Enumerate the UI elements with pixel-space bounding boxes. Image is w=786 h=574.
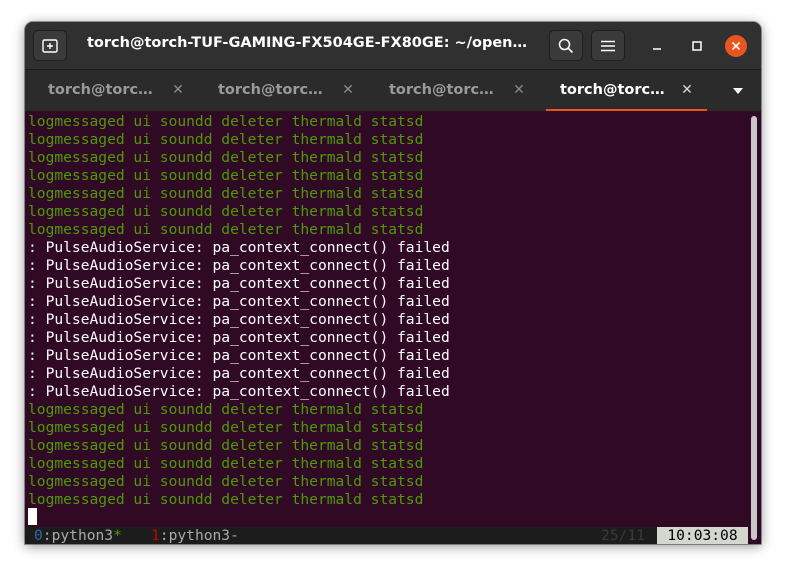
window-title: torch@torch-TUF-GAMING-FX504GE-FX80GE: ~… xyxy=(87,35,537,51)
minimize-button[interactable] xyxy=(645,34,669,58)
tab-label: torch@torch-TUF-GAMING-FX504GE-FX80GE xyxy=(389,82,501,98)
tab-label: torch@torch-TUF-GAMING-FX504GE-FX80GE xyxy=(218,82,330,98)
terminal-lines: logmessaged ui soundd deleter thermald s… xyxy=(28,113,450,509)
terminal-output[interactable]: logmessaged ui soundd deleter thermald s… xyxy=(25,111,761,544)
terminal-line: : PulseAudioService: pa_context_connect(… xyxy=(28,347,450,364)
terminal-line: : PulseAudioService: pa_context_connect(… xyxy=(28,257,450,274)
search-icon xyxy=(558,38,574,53)
tmux-window-index: 1 xyxy=(151,527,160,544)
chevron-down-icon xyxy=(733,88,743,94)
new-tab-button[interactable] xyxy=(33,30,67,61)
tab-3[interactable]: torch@torch-TUF-GAMING-FX504GE-FX80GE ✕ xyxy=(366,70,536,112)
hamburger-menu-button[interactable] xyxy=(591,30,625,61)
tmux-status-bar: 0:python3* 1:python3- 25/11 10:03:08 xyxy=(25,527,748,544)
terminal-line: logmessaged ui soundd deleter thermald s… xyxy=(28,455,424,472)
tab-label: torch@torch-TUF-GAMING-FX504GE-FX80GE xyxy=(560,82,672,98)
tmux-clock: 10:03:08 xyxy=(657,527,748,544)
tab-1[interactable]: torch@torch-TUF-GAMING-FX504GE-FX80GE ✕ xyxy=(25,70,195,112)
terminal-line: : PulseAudioService: pa_context_connect(… xyxy=(28,329,450,346)
terminal-line: logmessaged ui soundd deleter thermald s… xyxy=(28,131,424,148)
terminal-line: : PulseAudioService: pa_context_connect(… xyxy=(28,293,450,310)
tmux-position: 25/11 xyxy=(601,527,645,544)
tab-2[interactable]: torch@torch-TUF-GAMING-FX504GE-FX80GE ✕ xyxy=(195,70,365,112)
minimize-icon xyxy=(653,48,661,50)
scrollbar-thumb[interactable] xyxy=(751,116,757,540)
terminal-line: : PulseAudioService: pa_context_connect(… xyxy=(28,311,450,328)
tab-label: torch@torch-TUF-GAMING-FX504GE-FX80GE xyxy=(48,82,160,98)
tab-close-icon[interactable]: ✕ xyxy=(340,81,356,99)
tmux-window-name: :python3 xyxy=(159,527,231,544)
terminal-line: logmessaged ui soundd deleter thermald s… xyxy=(28,491,424,508)
tmux-window-1[interactable]: 1:python3- xyxy=(151,527,239,544)
terminal-line: logmessaged ui soundd deleter thermald s… xyxy=(28,113,424,130)
close-button[interactable] xyxy=(725,35,747,57)
search-button[interactable] xyxy=(549,30,583,61)
header-bar: torch@torch-TUF-GAMING-FX504GE-FX80GE: ~… xyxy=(25,22,761,69)
terminal-line: logmessaged ui soundd deleter thermald s… xyxy=(28,419,424,436)
terminal-line: logmessaged ui soundd deleter thermald s… xyxy=(28,437,424,454)
maximize-icon xyxy=(692,41,702,51)
terminal-line: logmessaged ui soundd deleter thermald s… xyxy=(28,167,424,184)
terminal-line: logmessaged ui soundd deleter thermald s… xyxy=(28,149,424,166)
maximize-button[interactable] xyxy=(685,34,709,58)
tab-close-icon[interactable]: ✕ xyxy=(679,81,695,99)
terminal-window: torch@torch-TUF-GAMING-FX504GE-FX80GE: ~… xyxy=(25,22,761,544)
tmux-window-index: 0 xyxy=(34,527,43,544)
tmux-window-flag: - xyxy=(230,527,239,544)
tab-list-dropdown[interactable] xyxy=(729,82,747,100)
close-icon xyxy=(731,41,741,51)
tab-close-icon[interactable]: ✕ xyxy=(170,81,186,99)
tmux-window-flag: * xyxy=(113,527,122,544)
terminal-line: : PulseAudioService: pa_context_connect(… xyxy=(28,275,450,292)
terminal-line: : PulseAudioService: pa_context_connect(… xyxy=(28,365,450,382)
tmux-window-0[interactable]: 0:python3* xyxy=(34,527,122,544)
terminal-line: logmessaged ui soundd deleter thermald s… xyxy=(28,401,424,418)
tab-4-active[interactable]: torch@torch-TUF-GAMING-FX504GE-FX80GE ✕ xyxy=(546,70,716,112)
terminal-line: logmessaged ui soundd deleter thermald s… xyxy=(28,221,424,238)
terminal-cursor xyxy=(28,508,37,525)
tab-close-icon[interactable]: ✕ xyxy=(511,81,527,99)
terminal-line: : PulseAudioService: pa_context_connect(… xyxy=(28,383,450,400)
tab-bar: torch@torch-TUF-GAMING-FX504GE-FX80GE ✕ … xyxy=(25,69,761,112)
terminal-line: logmessaged ui soundd deleter thermald s… xyxy=(28,185,424,202)
new-tab-icon xyxy=(42,38,58,53)
tmux-window-name: :python3 xyxy=(42,527,114,544)
terminal-line: logmessaged ui soundd deleter thermald s… xyxy=(28,473,424,490)
terminal-line: : PulseAudioService: pa_context_connect(… xyxy=(28,239,450,256)
terminal-line: logmessaged ui soundd deleter thermald s… xyxy=(28,203,424,220)
hamburger-menu-icon xyxy=(601,40,615,51)
